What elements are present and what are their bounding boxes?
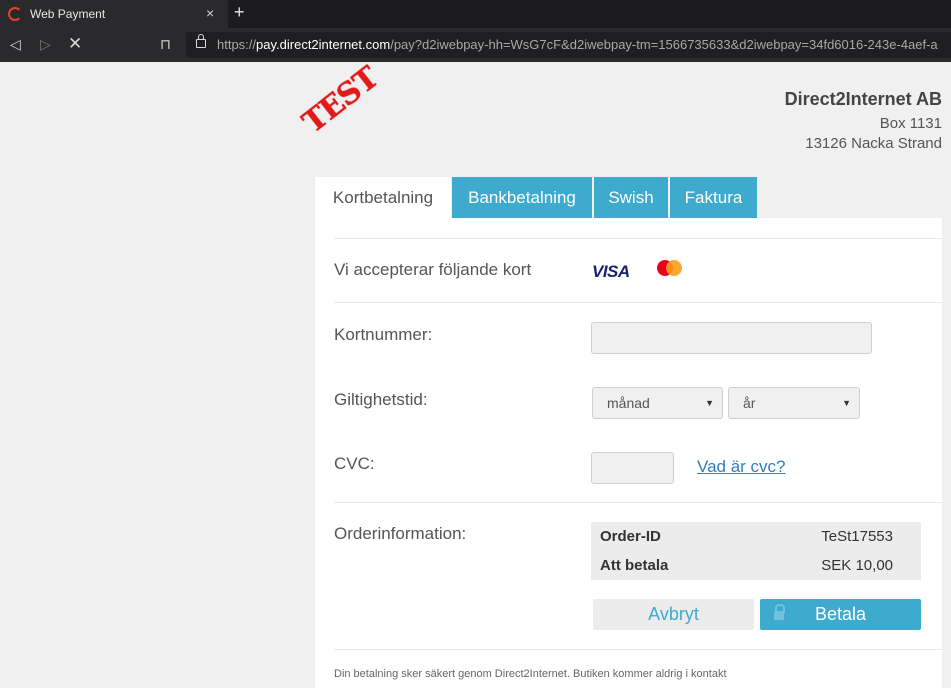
merchant-address-line1: Box 1131 [879, 115, 942, 132]
lock-icon [196, 34, 206, 48]
expiry-month-value: månad [607, 395, 650, 411]
visa-logo: VISA [592, 262, 630, 281]
url-path: /pay?d2iwebpay-hh=WsG7cF&d2iwebpay-tm=15… [390, 37, 938, 52]
chevron-down-icon: ▼ [705, 398, 714, 408]
pay-button[interactable]: Betala [760, 599, 921, 630]
divider [334, 302, 942, 303]
chevron-down-icon: ▼ [842, 398, 851, 408]
stop-loading-icon[interactable]: ✕ [68, 34, 82, 54]
browser-loading-icon [8, 7, 22, 21]
forward-icon[interactable]: ▷ [40, 36, 51, 53]
divider [334, 502, 942, 503]
tab-kortbetalning[interactable]: Kortbetalning [315, 177, 451, 218]
new-tab-button[interactable]: + [234, 2, 245, 23]
test-stamp: TEST [296, 60, 385, 141]
tab-close-icon[interactable]: × [206, 5, 214, 21]
mastercard-logo [657, 260, 683, 280]
order-summary: Order-ID TeSt17553 Att betala SEK 10,00 [591, 522, 921, 580]
merchant-name: Direct2Internet AB [784, 89, 942, 109]
card-number-input[interactable] [591, 322, 872, 354]
browser-tab[interactable]: Web Payment × [0, 0, 228, 28]
expiry-year-value: år [743, 395, 756, 411]
order-row: Order-ID TeSt17553 [600, 522, 893, 551]
order-info-label: Orderinformation: [334, 524, 467, 543]
divider [334, 649, 942, 650]
expiry-month-select[interactable]: månad ▼ [592, 387, 723, 419]
merchant-address-line2: 13126 Nacka Strand [805, 135, 942, 152]
address-bar-row: ◁ ▷ ✕ ⊓ https://pay.direct2internet.com/… [0, 28, 951, 62]
pay-button-label: Betala [814, 604, 867, 624]
cvc-help-link[interactable]: Vad är cvc? [697, 457, 786, 477]
tab-title: Web Payment [30, 7, 106, 21]
security-footer-text: Din betalning sker säkert genom Direct2I… [334, 668, 727, 680]
url-scheme: https:// [217, 37, 257, 52]
bookmark-icon[interactable]: ⊓ [160, 36, 171, 53]
tab-swish[interactable]: Swish [594, 177, 668, 218]
merchant-info: Direct2Internet AB Box 1131 13126 Nacka … [785, 89, 942, 154]
accepted-cards-label: Vi accepterar följande kort [334, 260, 532, 279]
lock-icon [774, 604, 785, 620]
divider [334, 238, 942, 239]
order-row: Att betala SEK 10,00 [600, 551, 893, 580]
expiry-label: Giltighetstid: [334, 390, 428, 409]
expiry-year-select[interactable]: år ▼ [728, 387, 860, 419]
order-value: SEK 10,00 [821, 557, 893, 574]
order-key: Order-ID [600, 528, 661, 545]
cancel-button[interactable]: Avbryt [593, 599, 754, 630]
card-number-label: Kortnummer: [334, 325, 433, 344]
url-field[interactable]: https://pay.direct2internet.com/pay?d2iw… [186, 32, 951, 58]
back-icon[interactable]: ◁ [10, 36, 21, 53]
browser-tab-bar: Web Payment × + [0, 0, 951, 28]
tab-bankbetalning[interactable]: Bankbetalning [452, 177, 592, 218]
card-payment-panel: Vi accepterar följande kort VISA Kortnum… [315, 218, 942, 688]
cvc-input[interactable] [591, 452, 674, 484]
tab-faktura[interactable]: Faktura [670, 177, 757, 218]
cvc-label: CVC: [334, 454, 375, 473]
order-value: TeSt17553 [821, 528, 893, 545]
url-host: pay.direct2internet.com [256, 37, 391, 52]
order-key: Att betala [600, 557, 669, 574]
